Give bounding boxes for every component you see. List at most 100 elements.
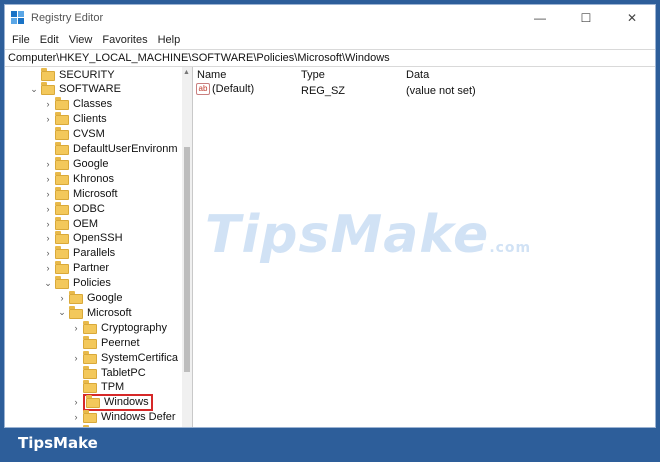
menu-favorites[interactable]: Favorites xyxy=(97,34,152,46)
tree-item-label: OEM xyxy=(73,217,99,230)
folder-icon xyxy=(55,97,69,111)
tree-item[interactable]: › Classes xyxy=(43,97,112,112)
registry-tree: SECURITY ⌄ SOFTWARE › Classes › Clients CVSM Def… xyxy=(5,67,193,427)
maximize-button[interactable]: ☐ xyxy=(563,5,609,31)
tree-item-label: Peernet xyxy=(101,336,140,349)
tree-item[interactable]: › Windows xyxy=(71,393,153,411)
folder-icon xyxy=(41,82,55,96)
tree-item-label: Classes xyxy=(73,98,113,111)
folder-icon xyxy=(83,350,97,364)
list-item[interactable]: ab (Default) REG_SZ (value not set) xyxy=(193,83,655,100)
chevron-right-icon[interactable]: › xyxy=(43,248,53,258)
tree-scrollbar[interactable]: ▲ xyxy=(182,67,192,427)
title-bar: Registry Editor — ☐ ✕ xyxy=(5,5,655,31)
tree-item[interactable]: SECURITY xyxy=(29,67,115,82)
chevron-right-icon[interactable]: › xyxy=(71,323,81,333)
column-header-name[interactable]: Name xyxy=(197,69,226,81)
minimize-button[interactable]: — xyxy=(517,5,563,31)
chevron-right-icon[interactable]: › xyxy=(43,174,53,184)
address-bar[interactable]: Computer\HKEY_LOCAL_MACHINE\SOFTWARE\Pol… xyxy=(5,49,655,67)
tree-item[interactable]: › Partner xyxy=(43,261,109,276)
menu-view[interactable]: View xyxy=(64,34,98,46)
menu-edit[interactable]: Edit xyxy=(35,34,64,46)
tree-item[interactable]: CVSM xyxy=(43,127,105,142)
tree-item-label: Microsoft xyxy=(87,306,132,319)
tree-item-label: Microsoft xyxy=(73,187,118,200)
tree-item[interactable]: › OEM xyxy=(43,216,98,231)
selected-key-highlight[interactable]: Windows xyxy=(83,393,153,411)
tree-item-label: Partner xyxy=(73,262,110,275)
menu-file[interactable]: File xyxy=(7,34,35,46)
chevron-right-icon[interactable]: › xyxy=(43,99,53,109)
chevron-down-icon[interactable]: ⌄ xyxy=(43,278,53,289)
chevron-right-icon[interactable]: › xyxy=(43,159,53,169)
tree-item-label: ODBC xyxy=(73,202,105,215)
chevron-right-icon[interactable]: › xyxy=(43,114,53,124)
tree-item-label: CVSM xyxy=(73,128,105,141)
chevron-right-icon[interactable]: › xyxy=(43,204,53,214)
tree-item[interactable]: › Parallels xyxy=(43,246,115,261)
folder-icon xyxy=(55,112,69,126)
tree-item-label: Khronos xyxy=(73,172,114,185)
chevron-right-icon[interactable]: › xyxy=(43,219,53,229)
menu-help[interactable]: Help xyxy=(153,34,186,46)
tree-item[interactable]: › OpenSSH xyxy=(43,231,123,246)
chevron-down-icon[interactable]: ⌄ xyxy=(57,307,67,318)
folder-icon xyxy=(55,186,69,200)
tree-item[interactable]: ⌄ Policies xyxy=(43,276,111,291)
chevron-right-icon[interactable]: › xyxy=(43,263,53,273)
tree-item[interactable]: › Windows Defer xyxy=(71,410,176,425)
folder-icon xyxy=(55,127,69,141)
tree-item[interactable]: ⌄ Microsoft xyxy=(57,305,132,320)
chevron-right-icon[interactable]: › xyxy=(71,397,81,407)
chevron-right-icon[interactable]: › xyxy=(43,233,53,243)
tree-item-label: Cryptography xyxy=(101,321,168,334)
folder-icon xyxy=(55,231,69,245)
folder-icon xyxy=(83,410,97,424)
folder-icon xyxy=(83,365,97,379)
chevron-right-icon[interactable]: › xyxy=(43,189,53,199)
folder-icon xyxy=(83,380,97,394)
chevron-down-icon[interactable]: ⌄ xyxy=(29,84,39,95)
tree-item[interactable]: › Khronos xyxy=(43,171,114,186)
tree-item[interactable]: TabletPC xyxy=(71,365,146,380)
folder-icon xyxy=(83,320,97,334)
tree-item[interactable]: Peernet xyxy=(71,335,140,350)
tree-item-label: Windows xyxy=(104,396,149,409)
folder-icon xyxy=(83,335,97,349)
tree-item[interactable]: ›Windows NT xyxy=(71,425,163,427)
tree-item[interactable]: › ODBC xyxy=(43,201,105,216)
chevron-right-icon[interactable]: › xyxy=(71,412,81,422)
window-title: Registry Editor xyxy=(31,12,104,24)
tree-item[interactable]: › Cryptography xyxy=(71,320,167,335)
chevron-right-icon[interactable]: › xyxy=(57,293,67,303)
folder-icon xyxy=(41,67,55,81)
tree-item-label: Windows Defer xyxy=(101,411,176,424)
chevron-right-icon[interactable]: › xyxy=(71,353,81,363)
watermark-logo: TipsMake.com xyxy=(205,205,532,265)
tree-item-label: Policies xyxy=(73,277,111,290)
tree-item[interactable]: › Clients xyxy=(43,112,107,127)
column-header-type[interactable]: Type xyxy=(301,69,325,81)
tree-item[interactable]: TPM xyxy=(71,380,124,395)
registry-editor-icon xyxy=(11,11,25,25)
value-type: REG_SZ xyxy=(301,85,346,97)
folder-icon xyxy=(69,291,83,304)
tree-item[interactable]: › Google xyxy=(43,156,108,171)
tree-item[interactable]: › Microsoft xyxy=(43,186,118,201)
values-list: TipsMake.com Name Type Data ab (Default) … xyxy=(193,67,655,427)
folder-icon xyxy=(55,276,69,290)
scrollbar-thumb[interactable] xyxy=(184,147,190,372)
folder-icon xyxy=(55,246,69,260)
tree-item[interactable]: ⌄ SOFTWARE xyxy=(29,82,121,97)
tree-item-label: Windows NT xyxy=(101,426,163,427)
scroll-up-arrow-icon[interactable]: ▲ xyxy=(183,69,190,76)
tree-item[interactable]: DefaultUserEnvironm xyxy=(43,142,178,157)
tree-item[interactable]: › Google xyxy=(57,291,122,306)
folder-icon xyxy=(55,171,69,185)
close-button[interactable]: ✕ xyxy=(609,5,655,31)
column-header-data[interactable]: Data xyxy=(406,69,429,81)
string-value-icon: ab xyxy=(196,83,210,96)
list-header: Name Type Data xyxy=(193,67,655,83)
tree-item[interactable]: › SystemCertifica xyxy=(71,350,178,365)
